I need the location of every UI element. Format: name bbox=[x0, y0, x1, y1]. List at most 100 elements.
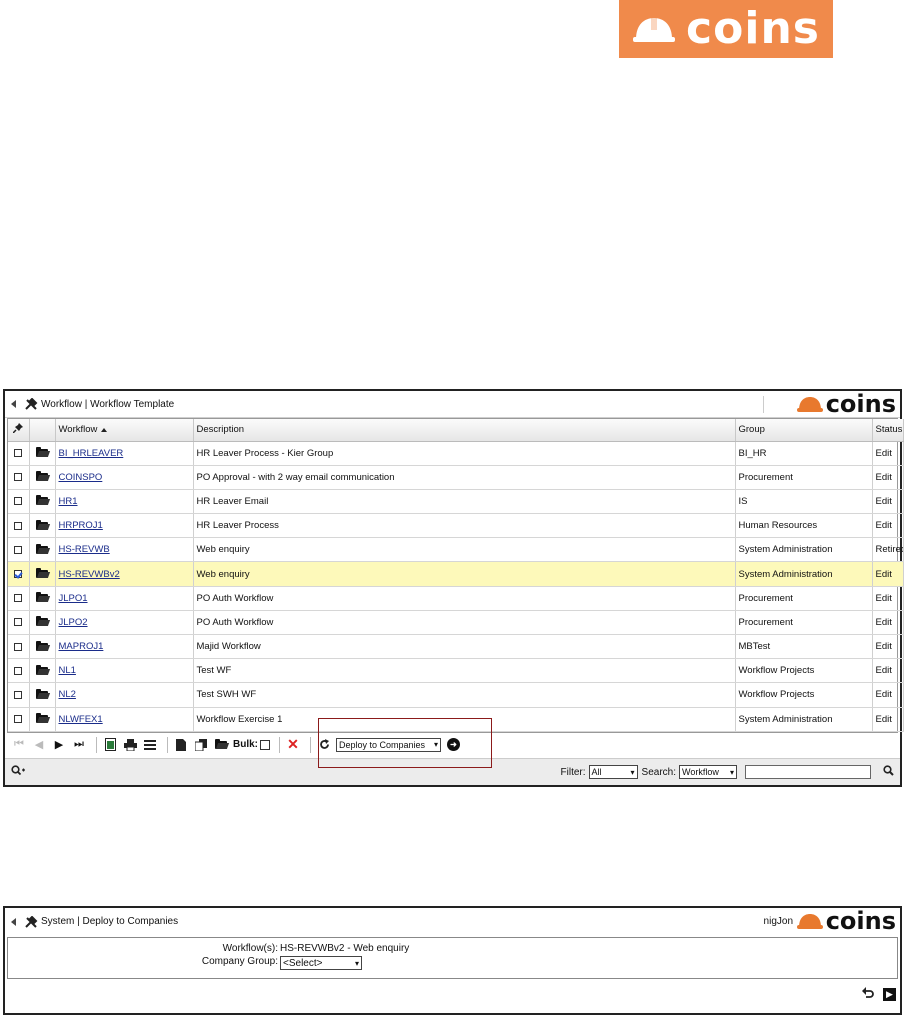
row-select-cell[interactable] bbox=[8, 634, 30, 660]
open-folder-icon[interactable] bbox=[36, 664, 48, 675]
row-select-cell[interactable] bbox=[8, 489, 30, 515]
open-folder-icon[interactable] bbox=[36, 616, 48, 627]
row-select-cell[interactable] bbox=[8, 465, 30, 490]
table-row[interactable]: HS-REVWBv2 Web enquiry System Administrati… bbox=[8, 561, 904, 587]
workflow-code-cell[interactable]: HS-REVWBv2 bbox=[55, 561, 194, 587]
zoom-search-icon[interactable] bbox=[11, 765, 25, 779]
row-folder-cell[interactable] bbox=[29, 658, 56, 684]
row-checkbox[interactable] bbox=[14, 618, 23, 627]
row-checkbox[interactable] bbox=[14, 690, 23, 699]
open-folder-icon[interactable] bbox=[213, 737, 229, 753]
workflow-code-link[interactable]: NL1 bbox=[59, 665, 76, 676]
workflow-code-link[interactable]: NL2 bbox=[59, 689, 76, 700]
workflow-code-link[interactable]: JLPO1 bbox=[59, 593, 88, 604]
workflow-code-link[interactable]: HS-REVWBv2 bbox=[59, 569, 120, 580]
table-row[interactable]: JLPO1 PO Auth Workflow Procurement Edit bbox=[8, 586, 904, 611]
bulk-checkbox[interactable] bbox=[260, 739, 270, 750]
row-folder-cell[interactable] bbox=[29, 610, 56, 636]
row-folder-cell[interactable] bbox=[29, 634, 56, 660]
row-select-cell[interactable] bbox=[8, 586, 30, 611]
row-folder-cell[interactable] bbox=[29, 586, 56, 611]
open-folder-icon[interactable] bbox=[36, 471, 48, 482]
table-row[interactable]: COINSPO PO Approval - with 2 way email co… bbox=[8, 465, 904, 490]
row-folder-cell[interactable] bbox=[29, 441, 56, 466]
new-document-icon[interactable] bbox=[173, 737, 189, 753]
search-field-select[interactable]: Workflow ▾ bbox=[679, 765, 737, 779]
row-folder-cell[interactable] bbox=[29, 707, 56, 732]
row-checkbox[interactable] bbox=[14, 521, 23, 530]
row-select-cell[interactable] bbox=[8, 658, 30, 684]
undo-icon[interactable] bbox=[862, 987, 874, 1001]
column-header-workflow[interactable]: Workflow bbox=[55, 419, 194, 442]
export-excel-icon[interactable] bbox=[102, 737, 118, 753]
row-select-cell[interactable] bbox=[8, 561, 30, 587]
refresh-icon[interactable] bbox=[316, 737, 332, 753]
row-checkbox[interactable] bbox=[14, 715, 23, 724]
open-folder-icon[interactable] bbox=[36, 495, 48, 506]
pin-column-header[interactable] bbox=[8, 419, 30, 442]
row-checkbox[interactable] bbox=[14, 497, 23, 506]
open-folder-icon[interactable] bbox=[36, 592, 48, 603]
back-arrow-icon[interactable] bbox=[11, 400, 16, 408]
row-checkbox[interactable] bbox=[14, 666, 23, 675]
list-view-icon[interactable] bbox=[142, 737, 158, 753]
workflow-code-cell[interactable]: NLWFEX1 bbox=[55, 707, 194, 732]
open-folder-icon[interactable] bbox=[36, 568, 48, 579]
workflow-code-cell[interactable]: MAPROJ1 bbox=[55, 634, 194, 660]
workflow-code-link[interactable]: BI_HRLEAVER bbox=[59, 448, 124, 459]
table-row[interactable]: JLPO2 PO Auth Workflow Procurement Edit bbox=[8, 610, 904, 636]
table-row[interactable]: HR1 HR Leaver Email IS Edit bbox=[8, 489, 904, 515]
table-row[interactable]: MAPROJ1 Majid Workflow MBTest Edit bbox=[8, 634, 904, 660]
row-folder-cell[interactable] bbox=[29, 513, 56, 539]
column-header-description[interactable]: Description bbox=[193, 419, 736, 442]
row-folder-cell[interactable] bbox=[29, 682, 56, 708]
back-arrow-icon[interactable] bbox=[11, 917, 16, 926]
first-page-icon[interactable]: ⏮ bbox=[11, 737, 27, 753]
table-row[interactable]: NLWFEX1 Workflow Exercise 1 System Adminis… bbox=[8, 707, 904, 732]
row-folder-cell[interactable] bbox=[29, 561, 56, 587]
row-select-cell[interactable] bbox=[8, 610, 30, 636]
workflow-code-link[interactable]: COINSPO bbox=[59, 472, 103, 483]
workflow-code-link[interactable]: HR1 bbox=[59, 496, 78, 507]
table-row[interactable]: BI_HRLEAVER HR Leaver Process - Kier Grou… bbox=[8, 441, 904, 466]
row-folder-cell[interactable] bbox=[29, 465, 56, 490]
table-row[interactable]: NL1 Test WF Workflow Projects Edit bbox=[8, 658, 904, 684]
column-header-status[interactable]: Status bbox=[872, 419, 904, 442]
row-folder-cell[interactable] bbox=[29, 537, 56, 563]
workflow-code-link[interactable]: JLPO2 bbox=[59, 617, 88, 628]
open-folder-icon[interactable] bbox=[36, 519, 48, 530]
table-row[interactable]: NL2 Test SWH WF Workflow Projects Edit bbox=[8, 682, 904, 708]
open-folder-icon[interactable] bbox=[36, 688, 48, 699]
search-input[interactable] bbox=[745, 765, 871, 779]
workflow-code-cell[interactable]: HS-REVWB bbox=[55, 537, 194, 563]
go-arrow-icon[interactable]: ➜ bbox=[447, 738, 460, 752]
action-select[interactable]: Deploy to Companies ▾ bbox=[336, 737, 441, 752]
workflow-code-link[interactable]: NLWFEX1 bbox=[59, 714, 103, 725]
open-folder-icon[interactable] bbox=[36, 543, 48, 554]
workflow-code-link[interactable]: HS-REVWB bbox=[59, 544, 110, 555]
row-checkbox[interactable] bbox=[14, 449, 23, 458]
workflow-code-cell[interactable]: JLPO1 bbox=[55, 586, 194, 611]
workflow-code-cell[interactable]: NL2 bbox=[55, 682, 194, 708]
next-step-icon[interactable]: ▶ bbox=[883, 987, 896, 1001]
last-page-icon[interactable]: ⏭ bbox=[71, 737, 87, 753]
workflow-code-cell[interactable]: HR1 bbox=[55, 489, 194, 515]
row-select-cell[interactable] bbox=[8, 537, 30, 563]
open-folder-icon[interactable] bbox=[36, 713, 48, 724]
row-select-cell[interactable] bbox=[8, 682, 30, 708]
workflow-code-link[interactable]: MAPROJ1 bbox=[59, 641, 104, 652]
row-select-cell[interactable] bbox=[8, 513, 30, 539]
row-checkbox[interactable] bbox=[14, 570, 23, 579]
row-folder-cell[interactable] bbox=[29, 489, 56, 515]
row-checkbox[interactable] bbox=[14, 594, 23, 603]
row-select-cell[interactable] bbox=[8, 707, 30, 732]
column-header-group[interactable]: Group bbox=[735, 419, 873, 442]
next-page-icon[interactable]: ▶ bbox=[51, 737, 67, 753]
company-group-select[interactable]: <Select> ▾ bbox=[280, 956, 362, 970]
search-icon[interactable] bbox=[883, 765, 894, 779]
delete-icon[interactable]: ✕ bbox=[285, 736, 301, 753]
workflow-code-cell[interactable]: NL1 bbox=[55, 658, 194, 684]
table-row[interactable]: HRPROJ1 HR Leaver Process Human Resources E… bbox=[8, 513, 904, 539]
workflow-code-cell[interactable]: BI_HRLEAVER bbox=[55, 441, 194, 466]
row-checkbox[interactable] bbox=[14, 473, 23, 482]
